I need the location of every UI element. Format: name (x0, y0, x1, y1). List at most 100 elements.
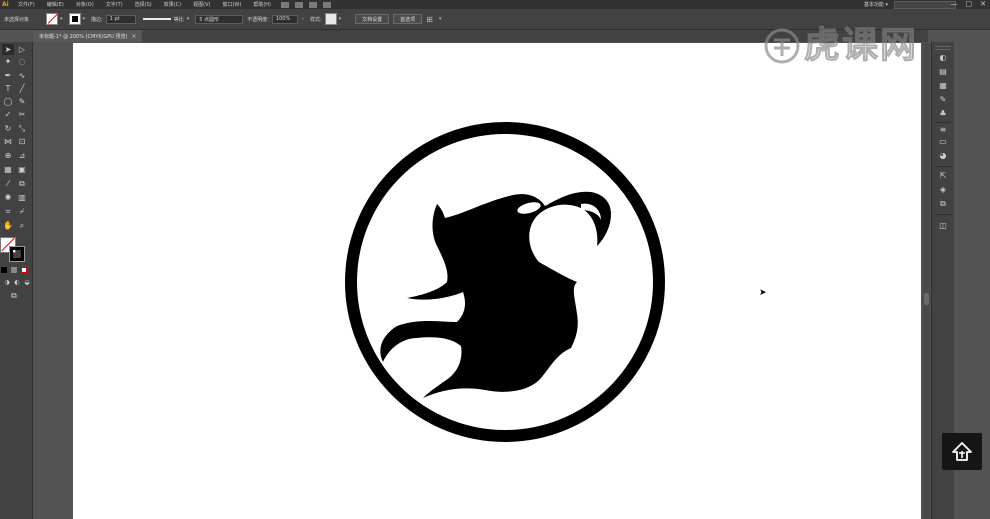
stroke-label[interactable]: 描边: (91, 16, 103, 23)
shape-builder-tool-icon[interactable]: ⊕ (2, 150, 14, 161)
chevron-down-icon[interactable]: ▾ (339, 16, 342, 22)
symbols-panel-icon[interactable]: ♣ (938, 110, 948, 118)
swatches-panel-icon[interactable]: ▦ (938, 82, 948, 90)
maximize-button[interactable]: □ (966, 0, 973, 8)
layers-panel-icon[interactable]: ◈ (938, 186, 948, 194)
mesh-tool-icon[interactable]: ▦ (2, 164, 14, 175)
mouse-cursor-icon: ➤ (759, 288, 767, 298)
document-setup-button[interactable]: 文档设置 (355, 14, 390, 24)
tools-panel: ➤ ▷ ✦ ◌ ✒ ∿ T ╱ ◯ ✎ ✓ ✂ ↻ ⤡ ⋈ ⊡ ⊕ ⊿ ▦ ▣ … (0, 42, 33, 519)
transparency-panel-icon[interactable]: ◕ (938, 152, 948, 160)
menu-edit[interactable]: 编辑(E) (41, 1, 70, 8)
chevron-down-icon[interactable]: ▾ (187, 16, 190, 22)
menu-help[interactable]: 帮助(H) (247, 1, 277, 8)
screen-mode-icon[interactable]: ⧉ (8, 290, 20, 301)
chevron-down-icon[interactable]: ▾ (60, 16, 63, 22)
menu-view[interactable]: 视图(V) (187, 1, 216, 8)
chevron-down-icon[interactable]: ▾ (83, 16, 86, 22)
stroke-weight-field[interactable]: 1 pt (105, 14, 136, 24)
selection-tool-icon[interactable]: ➤ (2, 44, 14, 55)
eraser-tool-icon[interactable]: ✂ (16, 109, 28, 120)
artboard-tool-icon[interactable]: ⌗ (2, 206, 14, 217)
slice-tool-icon[interactable]: ⌿ (16, 206, 28, 217)
artboards-panel-icon[interactable]: ⧉ (938, 200, 948, 208)
lasso-tool-icon[interactable]: ◌ (16, 56, 28, 67)
artboard[interactable]: ➤ (73, 43, 921, 519)
chevron-right-icon[interactable]: › (302, 16, 304, 22)
direct-selection-tool-icon[interactable]: ▷ (16, 44, 28, 55)
workspace-switcher[interactable]: 基本功能 ▾ (864, 1, 888, 9)
opacity-field[interactable]: 100% (271, 14, 298, 24)
eyedropper-tool-icon[interactable]: ⁄ (2, 178, 14, 189)
watermark-emblem-icon (764, 28, 800, 64)
fill-swatch[interactable] (46, 13, 58, 25)
blend-tool-icon[interactable]: ⧉ (16, 178, 28, 189)
gpu-performance-icon[interactable] (323, 1, 331, 8)
scale-tool-icon[interactable]: ⤡ (16, 123, 28, 134)
hand-tool-icon[interactable]: ✋ (2, 220, 14, 231)
menu-type[interactable]: 文字(T) (100, 1, 129, 8)
arrange-documents-icon[interactable] (309, 1, 317, 8)
free-transform-tool-icon[interactable]: ⊡ (16, 136, 28, 147)
vertical-scrollbar[interactable] (923, 43, 930, 519)
home-icon (952, 441, 972, 461)
arrange-icon[interactable]: ⊞ (426, 15, 433, 24)
dragon-emblem-artwork[interactable] (345, 122, 665, 442)
shaper-tool-icon[interactable]: ✓ (2, 109, 14, 120)
gradient-swatch-icon[interactable] (11, 267, 17, 273)
document-tab-title: 未标题-1* @ 200% (CMYK/GPU 预览) (39, 33, 128, 40)
brush-definition-field[interactable]: 5 点圆形 (195, 14, 244, 24)
home-button[interactable] (942, 433, 982, 470)
minimize-button[interactable]: — (951, 0, 958, 8)
symbol-sprayer-tool-icon[interactable]: ✺ (2, 192, 14, 203)
line-tool-icon[interactable]: ╱ (16, 83, 28, 94)
rotate-tool-icon[interactable]: ↻ (2, 123, 14, 134)
none-swatch-icon[interactable] (21, 267, 27, 273)
draw-inside-icon[interactable]: ◒ (21, 277, 33, 288)
pen-tool-icon[interactable]: ✒ (2, 70, 14, 81)
preferences-button[interactable]: 首选项 (393, 14, 423, 24)
type-tool-icon[interactable]: T (2, 83, 14, 94)
graphic-style-swatch[interactable] (324, 13, 337, 25)
magic-wand-tool-icon[interactable]: ✦ (2, 56, 14, 67)
stroke-swatch[interactable] (68, 13, 81, 25)
zoom-tool-icon[interactable]: ⌕ (16, 220, 28, 231)
variable-width-profile[interactable] (142, 18, 171, 20)
ellipse-tool-icon[interactable]: ◯ (2, 96, 14, 107)
menu-file[interactable]: 文件(F) (12, 1, 41, 8)
gradient-tool-icon[interactable]: ▣ (16, 164, 28, 175)
close-window-button[interactable]: ✕ (980, 0, 986, 8)
menu-bar: Ai 文件(F) 编辑(E) 对象(O) 文字(T) 选择(S) 效果(C) 视… (0, 0, 990, 9)
scrollbar-thumb[interactable] (924, 293, 929, 305)
gradient-panel-icon[interactable]: ▭ (938, 138, 948, 146)
variable-width-label[interactable]: 等比 (174, 16, 184, 23)
style-label: 样式: (309, 16, 322, 23)
perspective-grid-tool-icon[interactable]: ⊿ (16, 150, 28, 161)
export-panel-icon[interactable]: ⇱ (938, 172, 948, 180)
paintbrush-tool-icon[interactable]: ✎ (16, 96, 28, 107)
search-stock-input[interactable] (894, 1, 956, 9)
stroke-color-swatch[interactable] (9, 246, 25, 262)
menu-select[interactable]: 选择(S) (129, 1, 158, 8)
opacity-label[interactable]: 不透明度: (247, 16, 269, 23)
curvature-tool-icon[interactable]: ∿ (16, 70, 28, 81)
watermark-logo: 虎课网 (762, 24, 972, 68)
selection-status: 未选择对象 (4, 16, 30, 23)
default-colors-icon[interactable] (1, 267, 7, 273)
menu-object[interactable]: 对象(O) (70, 1, 100, 8)
watermark-text: 虎课网 (803, 25, 919, 66)
stroke-panel-icon[interactable]: ≡ (938, 126, 948, 134)
brushes-panel-icon[interactable]: ✎ (938, 96, 948, 104)
menu-effect[interactable]: 效果(C) (158, 1, 187, 8)
chevron-down-icon[interactable]: ▾ (439, 16, 442, 22)
width-tool-icon[interactable]: ⋈ (2, 136, 14, 147)
pathfinder-panel-icon[interactable]: ◫ (938, 222, 948, 230)
close-tab-icon[interactable]: ✕ (131, 33, 136, 40)
graph-tool-icon[interactable]: ▥ (16, 192, 28, 203)
stock-icon[interactable] (295, 1, 303, 8)
color-guide-icon[interactable]: ▤ (938, 68, 948, 76)
document-tab[interactable]: 未标题-1* @ 200% (CMYK/GPU 预览) ✕ (33, 30, 143, 42)
bridge-icon[interactable] (281, 1, 289, 8)
app-logo: Ai (2, 1, 9, 8)
menu-window[interactable]: 窗口(W) (216, 1, 247, 8)
